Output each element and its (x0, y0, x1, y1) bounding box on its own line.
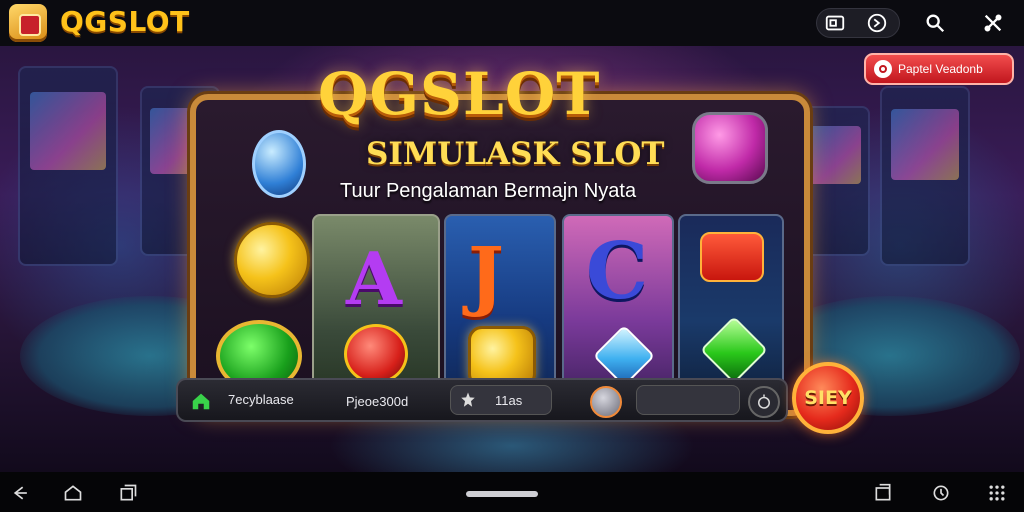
letter-a-symbol: A (346, 236, 402, 321)
close-tools-icon[interactable] (978, 8, 1008, 38)
timer-icon (758, 394, 770, 409)
promo-icon (874, 60, 892, 78)
spin-button[interactable]: SIEY (792, 362, 864, 434)
spin-label: SIEY (804, 387, 852, 409)
game-logo: QGSLOT (318, 60, 601, 128)
grid-icon[interactable] (986, 482, 1008, 504)
game-subtitle: SIMULASK SLOT (366, 136, 665, 172)
bet-label: Pjeoe300d (346, 394, 409, 409)
timer-button[interactable] (748, 386, 780, 418)
autoplay-dice-button[interactable] (590, 386, 622, 418)
letter-c-symbol: C (586, 226, 649, 317)
empty-slot-field[interactable] (636, 385, 740, 415)
home-icon[interactable] (62, 482, 84, 504)
app-header: QGSLOT (0, 0, 1024, 46)
back-icon[interactable] (10, 482, 32, 504)
promo-button[interactable]: Paptel Veadonb (864, 53, 1014, 85)
game-tagline: Tuur Pengalaman Bermajn Nyata (340, 180, 637, 202)
background-slot-cabinet (800, 106, 870, 256)
window-icon[interactable] (872, 482, 894, 504)
gold-coin-symbol (234, 222, 310, 298)
red-star-symbol (344, 324, 408, 384)
forward-circle-icon[interactable] (862, 8, 892, 38)
lines-selector[interactable]: 11as (450, 385, 552, 415)
promo-label: Paptel Veadonb (898, 62, 983, 76)
purple-potion-symbol (692, 112, 768, 184)
settings-icon[interactable] (930, 482, 952, 504)
screenshot-icon[interactable] (820, 8, 850, 38)
search-icon[interactable] (920, 8, 950, 38)
recents-icon[interactable] (117, 482, 139, 504)
app-logo-icon[interactable] (9, 4, 47, 42)
background-slot-cabinet (880, 86, 970, 266)
home-arrow-icon[interactable] (190, 390, 212, 412)
star-burst-icon (459, 391, 477, 409)
letter-j-symbol: J (468, 230, 504, 319)
home-gesture-pill[interactable] (466, 491, 538, 497)
emerald-symbol (700, 316, 768, 384)
blue-ring-symbol (252, 130, 306, 198)
background-slot-cabinet (18, 66, 118, 266)
balance-label: 7ecyblaase (228, 392, 294, 407)
app-title: QGSLOT (60, 5, 190, 38)
lines-value: 11as (495, 393, 523, 408)
control-bar: 7ecyblaase Pjeoe300d 11as (176, 378, 788, 422)
red-gift-symbol (700, 232, 764, 282)
